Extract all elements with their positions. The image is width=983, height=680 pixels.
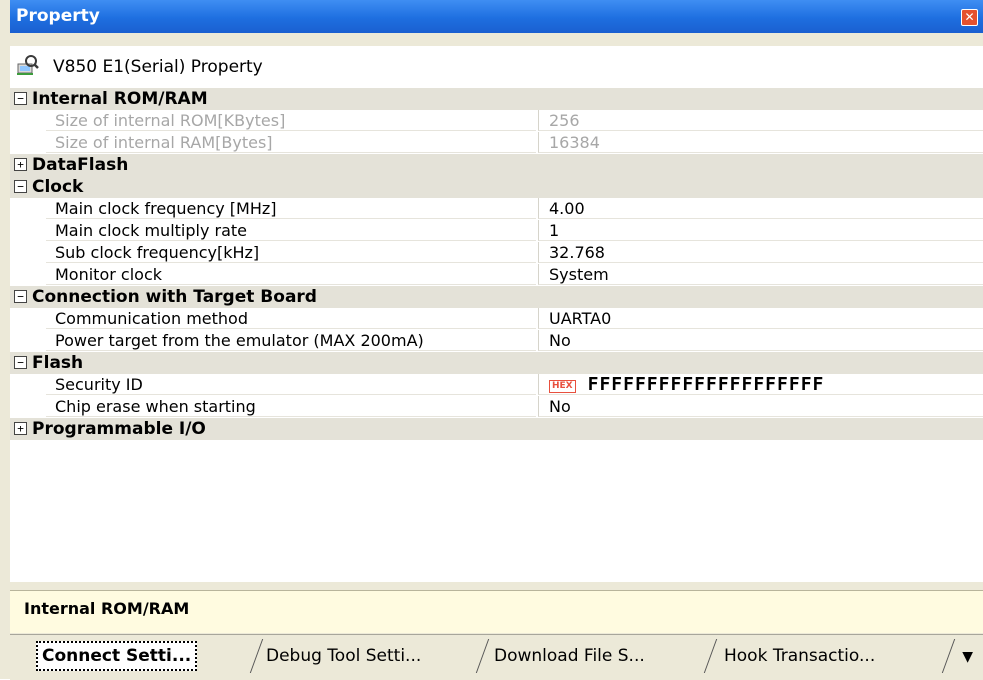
property-row-main-clock-frequency[interactable]: Main clock frequency [MHz] 4.00 <box>10 198 983 220</box>
property-name: Monitor clock <box>46 264 536 285</box>
tab-separator <box>703 639 718 673</box>
expand-icon[interactable]: + <box>14 158 27 171</box>
collapse-icon[interactable]: − <box>14 180 27 193</box>
property-name: Security ID <box>46 374 536 395</box>
category-dataflash[interactable]: + DataFlash <box>10 154 983 176</box>
tab-hook-transaction[interactable]: Hook Transactio... <box>724 641 875 671</box>
category-internal-rom-ram[interactable]: − Internal ROM/RAM <box>10 88 983 110</box>
property-value: 16384 <box>538 132 983 153</box>
category-flash[interactable]: − Flash <box>10 352 983 374</box>
property-value[interactable]: 1 <box>538 220 983 241</box>
property-header: V850 E1(Serial) Property <box>10 46 983 88</box>
category-label: Connection with Target Board <box>32 287 317 307</box>
security-id-value: FFFFFFFFFFFFFFFFFFFF <box>587 374 825 395</box>
close-icon[interactable]: ✕ <box>961 9 978 26</box>
category-clock[interactable]: − Clock <box>10 176 983 198</box>
property-value[interactable]: 32.768 <box>538 242 983 263</box>
property-row-communication-method[interactable]: Communication method UARTA0 <box>10 308 983 330</box>
property-value[interactable]: UARTA0 <box>538 308 983 329</box>
property-row-chip-erase[interactable]: Chip erase when starting No <box>10 396 983 418</box>
property-value[interactable]: HEX FFFFFFFFFFFFFFFFFFFF <box>538 374 983 395</box>
category-label: Clock <box>32 177 84 197</box>
property-row-security-id[interactable]: Security ID HEX FFFFFFFFFFFFFFFFFFFF <box>10 374 983 396</box>
property-value[interactable]: No <box>538 396 983 417</box>
property-value: 256 <box>538 110 983 131</box>
title-bar: Property ✕ <box>10 0 983 33</box>
property-name: Sub clock frequency[kHz] <box>46 242 536 263</box>
property-value[interactable]: No <box>538 330 983 351</box>
collapse-icon[interactable]: − <box>14 92 27 105</box>
window-title: Property <box>16 6 100 26</box>
property-name: Chip erase when starting <box>46 396 536 417</box>
tab-separator <box>249 639 264 673</box>
property-row-rom-size[interactable]: Size of internal ROM[KBytes] 256 <box>10 110 983 132</box>
property-value[interactable]: System <box>538 264 983 285</box>
property-name: Size of internal RAM[Bytes] <box>46 132 536 153</box>
category-label: Flash <box>32 353 84 373</box>
tab-separator <box>475 639 490 673</box>
property-row-main-clock-multiply[interactable]: Main clock multiply rate 1 <box>10 220 983 242</box>
property-row-monitor-clock[interactable]: Monitor clock System <box>10 264 983 286</box>
description-text: Internal ROM/RAM <box>24 599 190 618</box>
tab-overflow-icon[interactable]: ▼ <box>962 649 973 665</box>
collapse-icon[interactable]: − <box>14 290 27 303</box>
tab-bar: Connect Setti... Debug Tool Setti... Dow… <box>10 634 983 680</box>
property-icon <box>17 55 39 75</box>
tab-connect-settings[interactable]: Connect Setti... <box>36 641 198 671</box>
tab-separator <box>941 639 956 673</box>
tab-debug-tool-settings[interactable]: Debug Tool Setti... <box>266 641 421 671</box>
property-panel: Property ✕ V850 E1(Serial) Property − In… <box>0 0 983 680</box>
description-pane: Internal ROM/RAM <box>10 590 983 633</box>
property-grid: − Internal ROM/RAM Size of internal ROM[… <box>10 88 983 582</box>
category-programmable-io[interactable]: + Programmable I/O <box>10 418 983 440</box>
category-connection-target-board[interactable]: − Connection with Target Board <box>10 286 983 308</box>
property-value[interactable]: 4.00 <box>538 198 983 219</box>
property-row-ram-size[interactable]: Size of internal RAM[Bytes] 16384 <box>10 132 983 154</box>
property-row-power-target[interactable]: Power target from the emulator (MAX 200m… <box>10 330 983 352</box>
property-row-sub-clock-frequency[interactable]: Sub clock frequency[kHz] 32.768 <box>10 242 983 264</box>
tab-download-file-settings[interactable]: Download File S... <box>494 641 645 671</box>
property-name: Power target from the emulator (MAX 200m… <box>46 330 536 351</box>
header-title: V850 E1(Serial) Property <box>53 57 263 77</box>
category-label: Internal ROM/RAM <box>32 89 208 109</box>
property-name: Communication method <box>46 308 536 329</box>
property-name: Main clock frequency [MHz] <box>46 198 536 219</box>
property-name: Size of internal ROM[KBytes] <box>46 110 536 131</box>
category-label: DataFlash <box>32 155 129 175</box>
category-label: Programmable I/O <box>32 419 206 439</box>
collapse-icon[interactable]: − <box>14 356 27 369</box>
property-name: Main clock multiply rate <box>46 220 536 241</box>
hex-badge-icon: HEX <box>549 380 576 393</box>
expand-icon[interactable]: + <box>14 422 27 435</box>
